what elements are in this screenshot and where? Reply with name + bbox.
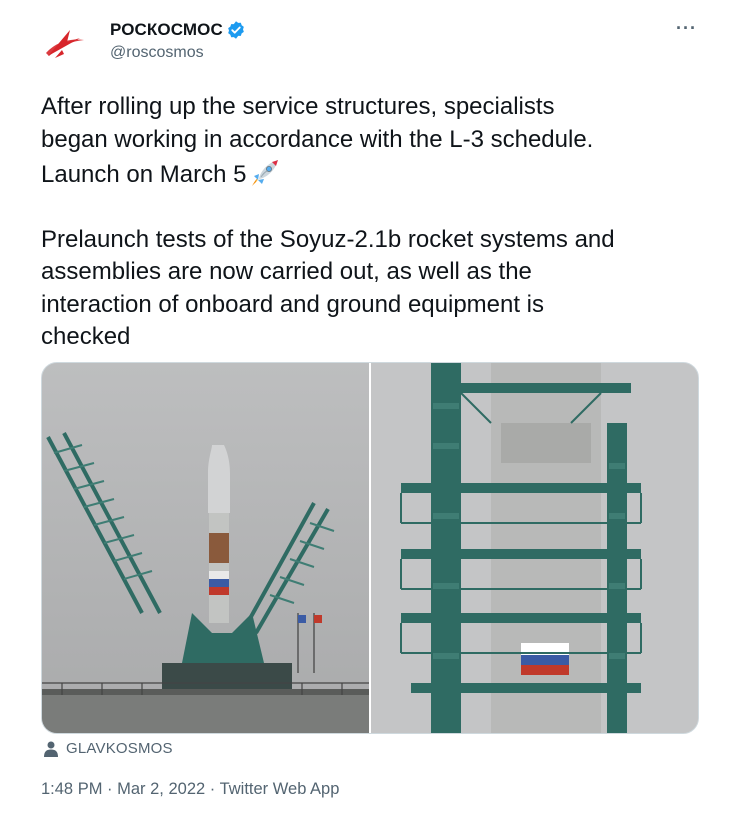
photo-rocket-closeup[interactable] [371,363,698,733]
person-icon [44,741,58,757]
tweet-date[interactable]: Mar 2, 2022 [117,780,205,798]
tweet-source[interactable]: Twitter Web App [220,780,340,798]
meta-separator-1: · [102,780,118,798]
tweet-text-paragraph-1: After rolling up the service structures,… [41,91,711,192]
roscosmos-logo-icon [46,30,84,58]
verified-badge-icon [226,20,246,40]
tweet-text-para1: After rolling up the service structures,… [41,93,594,188]
photo-credit-label: GLAVKOSMOS [66,740,173,757]
author-name-row[interactable]: РОСКОСМОС [110,20,246,40]
photo-credit[interactable]: GLAVKOSMOS [44,740,173,757]
photo-launch-pad[interactable] [42,363,369,733]
avatar[interactable] [40,20,90,70]
tweet-metadata: 1:48 PM · Mar 2, 2022 · Twitter Web App [41,780,339,799]
rocket-emoji-icon [250,156,282,188]
tweet-text: After rolling up the service structures,… [41,91,711,354]
author-handle[interactable]: @roscosmos [110,44,204,62]
tweet-time[interactable]: 1:48 PM [41,780,102,798]
meta-separator-2: · [205,780,220,798]
launch-pad-image [42,363,369,733]
more-options-button[interactable]: ··· [676,18,697,39]
rocket-closeup-image [371,363,698,733]
author-display-name[interactable]: РОСКОСМОС [110,20,223,40]
tweet-text-paragraph-2: Prelaunch tests of the Soyuz-2.1b rocket… [41,225,615,351]
media-grid[interactable] [41,362,699,734]
tweet: РОСКОСМОС @roscosmos ··· After rolling u… [0,0,740,814]
